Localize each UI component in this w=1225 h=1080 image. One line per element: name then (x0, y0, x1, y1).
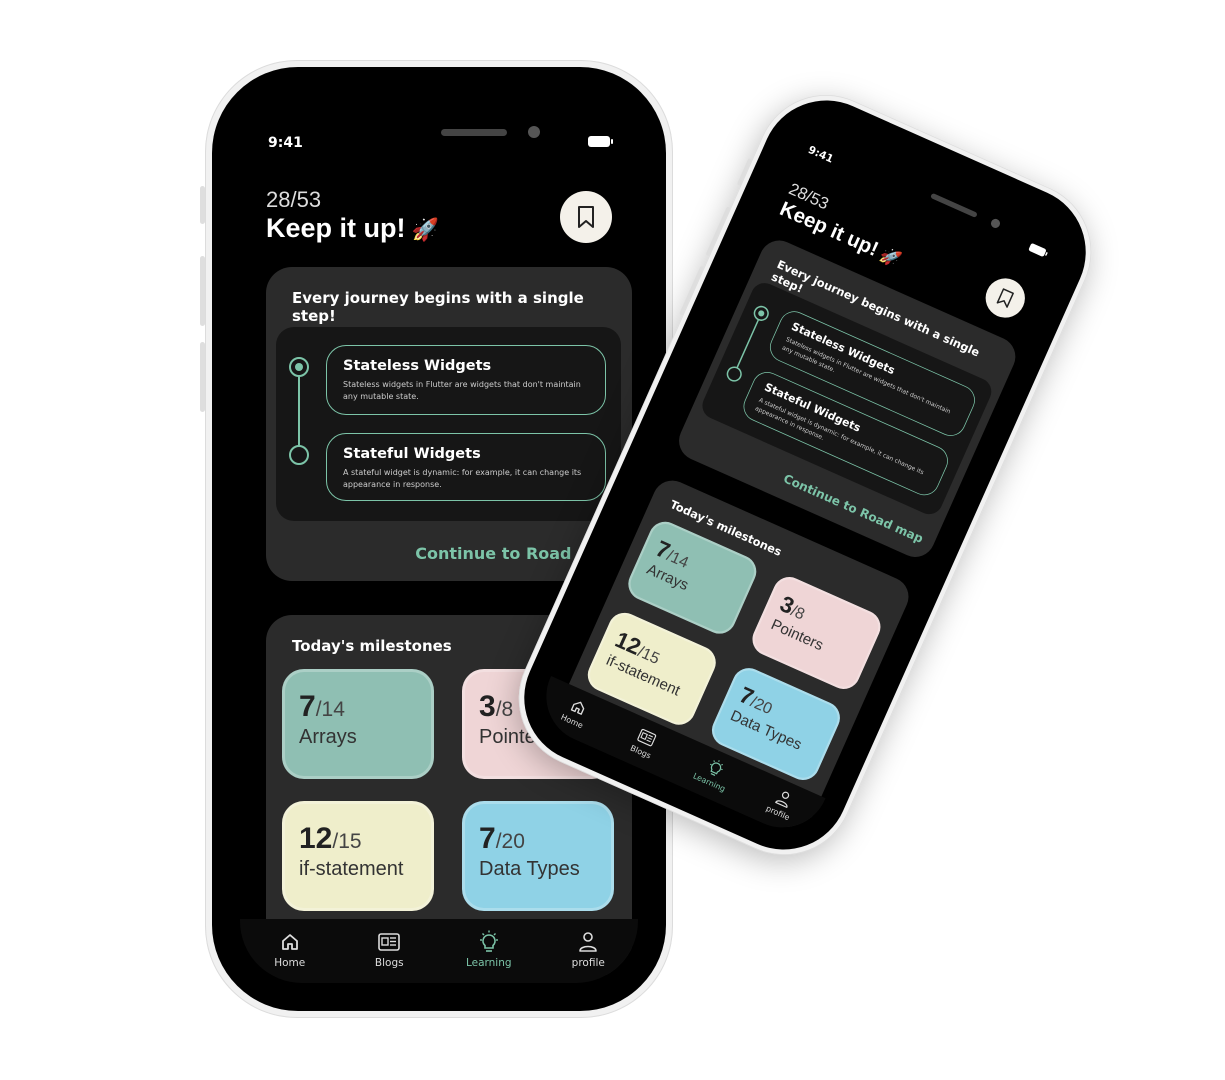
volume-down-button (200, 342, 205, 412)
nav-label: Home (274, 957, 306, 969)
topic-stateless-widgets[interactable]: Stateless Widgets Stateless widgets in F… (326, 345, 606, 415)
speaker (930, 192, 978, 218)
topic-stateful-widgets[interactable]: Stateful Widgets A stateful widget is dy… (326, 433, 606, 501)
milestone-total: /20 (495, 830, 525, 853)
topic-description: A stateful widget is dynamic: for exampl… (343, 468, 582, 489)
lightbulb-icon (479, 930, 498, 952)
nav-learning[interactable]: Learning (449, 929, 529, 969)
status-time: 9:41 (806, 143, 836, 166)
rocket-icon: 🚀 (877, 244, 904, 271)
timeline-dot-current (289, 357, 309, 377)
nav-label: Blogs (374, 957, 404, 969)
user-icon (579, 932, 598, 952)
nav-blogs[interactable]: Blogs (349, 929, 429, 969)
timeline-dot-next (289, 445, 309, 465)
mute-switch (200, 186, 205, 224)
timeline-connector (298, 367, 300, 447)
roadmap-timeline: Stateless Widgets Stateless widgets in F… (276, 327, 621, 521)
battery-icon (588, 135, 613, 147)
milestone-if-statement[interactable]: 12/15 if-statement (282, 801, 434, 911)
page-title: Keep it up!🚀 (266, 213, 439, 243)
topic-title: Stateful Widgets (343, 446, 481, 462)
topic-title: Stateless Widgets (343, 358, 492, 374)
milestone-total: /15 (332, 830, 362, 853)
roadmap-title: Every journey begins with a single step! (292, 289, 584, 325)
milestone-label: Data Types (479, 858, 580, 880)
front-camera (989, 217, 1002, 230)
status-time: 9:41 (268, 135, 303, 151)
progress-count: 28/53 (266, 187, 322, 212)
bookmark-icon (996, 288, 1014, 308)
user-icon (775, 791, 790, 809)
milestone-total: /14 (315, 698, 345, 721)
milestone-label: Arrays (299, 726, 357, 748)
milestone-done: 7 (299, 690, 316, 723)
bottom-nav: Home Blogs Learning profile (240, 919, 638, 983)
timeline-dot-next (724, 364, 745, 385)
newspaper-icon (378, 933, 401, 951)
nav-home[interactable]: Home (250, 929, 330, 969)
showcase-stage: 9:41 28/53 Keep it up! 🚀 Every journey be… (0, 0, 1225, 1080)
volume-up-button (200, 256, 205, 326)
milestone-done: 3 (479, 690, 496, 723)
nav-profile[interactable]: profile (548, 929, 628, 969)
rocket-icon: 🚀 (411, 217, 439, 242)
bookmark-icon (578, 206, 594, 228)
newspaper-icon (637, 728, 657, 747)
milestones-title: Today's milestones (292, 637, 452, 655)
home-icon (281, 934, 298, 950)
app-screen: 9:41 28/53 Keep it up!🚀 Every journey be… (240, 95, 638, 983)
notch (357, 95, 593, 150)
milestone-done: 12 (299, 822, 333, 855)
milestone-done: 7 (479, 822, 496, 855)
milestone-label: if-statement (299, 858, 404, 880)
front-camera (528, 126, 540, 138)
timeline-connector (736, 313, 762, 369)
bookmark-button[interactable] (979, 272, 1032, 324)
nav-label: profile (571, 957, 605, 969)
speaker (441, 129, 507, 136)
home-icon (570, 701, 585, 715)
timeline-dot-current (751, 303, 772, 324)
bookmark-button[interactable] (560, 191, 612, 243)
notch (867, 143, 1048, 254)
roadmap-card: Every journey begins with a single step!… (266, 267, 632, 581)
topic-description: Stateless widgets in Flutter are widgets… (343, 380, 581, 401)
milestone-arrays[interactable]: 7/14 Arrays (282, 669, 434, 779)
nav-label: Learning (465, 957, 512, 969)
milestone-data-types[interactable]: 7/20 Data Types (462, 801, 614, 911)
battery-icon (1028, 242, 1047, 257)
